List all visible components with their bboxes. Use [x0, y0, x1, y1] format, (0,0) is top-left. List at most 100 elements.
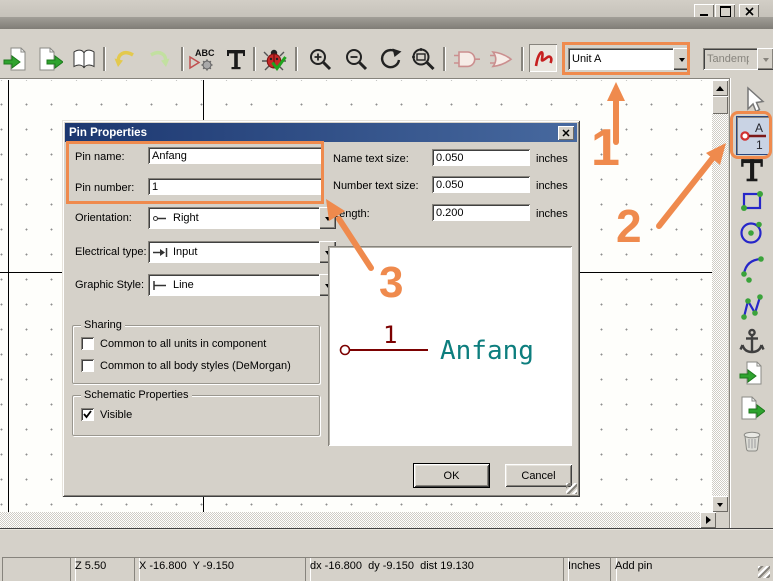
- datasheet-pdf-button[interactable]: [529, 44, 557, 72]
- and-gate-icon: [453, 46, 481, 72]
- toolbar-separator: [521, 47, 523, 71]
- common-body-label: Common to all body styles (DeMorgan): [100, 360, 291, 372]
- annotation-rect-pin-tool: [730, 111, 772, 159]
- common-units-checkbox[interactable]: [81, 337, 94, 350]
- alias-selector-dropdown-button: [757, 48, 773, 70]
- chevron-down-icon: [763, 58, 769, 65]
- graphic-style-select[interactable]: Line: [148, 274, 336, 296]
- library-browser-button[interactable]: [70, 45, 98, 73]
- visible-label: Visible: [100, 409, 132, 421]
- cancel-button[interactable]: Cancel: [505, 464, 572, 487]
- length-unit: inches: [536, 208, 568, 220]
- toolbar-separator: [295, 47, 297, 71]
- status-empty-field: [2, 557, 76, 581]
- load-part-icon: [3, 46, 29, 72]
- cursor-icon: [738, 85, 766, 113]
- electrical-type-value: Input: [173, 246, 197, 258]
- save-part-button[interactable]: [36, 45, 64, 73]
- checkmark-icon: [83, 410, 92, 419]
- redraw-view-button[interactable]: [376, 45, 404, 73]
- set-anchor-tool[interactable]: [737, 326, 767, 356]
- add-rectangle-tool[interactable]: [737, 184, 767, 214]
- text-tool-icon: [739, 157, 765, 183]
- text-icon: [224, 47, 248, 71]
- export-shape-tool[interactable]: [737, 393, 767, 423]
- schematic-properties-groupbox: Schematic Properties Visible: [72, 395, 320, 436]
- scroll-up-button[interactable]: [712, 80, 728, 96]
- electrical-type-label: Electrical type:: [75, 246, 147, 258]
- pin-preview-drawing: 1 Anfang: [328, 246, 572, 446]
- preview-pin-name: Anfang: [440, 336, 534, 366]
- sharing-groupbox: Sharing Common to all units in component…: [72, 325, 320, 384]
- dialog-resize-grip[interactable]: [566, 483, 577, 494]
- triangle-down-icon: [717, 503, 723, 510]
- vertical-scrollbar[interactable]: [712, 80, 728, 512]
- circle-tool-icon: [737, 216, 767, 248]
- select-cursor-tool[interactable]: [737, 84, 767, 114]
- electrical-type-select[interactable]: Input: [148, 241, 336, 263]
- pin-check-button[interactable]: ABC: [188, 45, 216, 73]
- ok-button[interactable]: OK: [414, 464, 489, 487]
- common-units-label: Common to all units in component: [100, 338, 266, 350]
- scroll-down-button[interactable]: [712, 496, 728, 512]
- horizontal-scrollbar[interactable]: [0, 512, 716, 528]
- orientation-label: Orientation:: [75, 212, 132, 224]
- close-icon: [745, 7, 754, 16]
- graphic-style-label: Graphic Style:: [75, 279, 144, 291]
- annotation-number-2: 2: [616, 203, 642, 249]
- load-part-button[interactable]: [2, 45, 30, 73]
- window-resize-grip[interactable]: [758, 566, 770, 578]
- annotation-rect-pin-fields: [66, 141, 324, 204]
- scroll-right-button[interactable]: [700, 512, 716, 528]
- rectangle-tool-icon: [737, 184, 767, 214]
- status-delta-field: dx -16.800 dy -9.150 dist 19.130: [305, 557, 569, 581]
- application-window: ABC: [0, 0, 773, 581]
- undo-icon: [111, 46, 137, 72]
- sheet-border-line: [8, 80, 9, 512]
- orientation-select[interactable]: Right: [148, 207, 336, 229]
- zoom-out-icon: [343, 46, 369, 72]
- redo-icon: [147, 46, 173, 72]
- common-body-checkbox[interactable]: [81, 359, 94, 372]
- pin-preview-pane: 1 Anfang: [328, 246, 572, 446]
- redo-button[interactable]: [146, 45, 174, 73]
- zoom-in-icon: [307, 46, 333, 72]
- de-morgan-standard-button[interactable]: [452, 45, 482, 73]
- undo-button[interactable]: [110, 45, 138, 73]
- visible-checkbox[interactable]: [81, 408, 94, 421]
- zoom-out-button[interactable]: [342, 45, 370, 73]
- annotation-number-1: 1: [591, 122, 620, 174]
- dialog-titlebar[interactable]: Pin Properties: [65, 123, 577, 142]
- number-text-size-input[interactable]: [432, 176, 530, 193]
- orientation-value: Right: [173, 212, 199, 224]
- trash-icon: [738, 426, 766, 454]
- add-text-button[interactable]: [222, 45, 250, 73]
- de-morgan-convert-button[interactable]: [488, 45, 518, 73]
- zoom-fit-icon: [409, 46, 437, 72]
- pdf-icon: [531, 46, 555, 70]
- add-arc-tool[interactable]: [737, 251, 767, 285]
- pin-check-icon: ABC: [188, 46, 216, 72]
- chevron-down-icon: [325, 217, 331, 224]
- name-text-size-input[interactable]: [432, 149, 530, 166]
- erc-bug-icon: [261, 46, 287, 72]
- number-text-size-unit: inches: [536, 180, 568, 192]
- add-polyline-tool[interactable]: [737, 289, 767, 325]
- triangle-right-icon: [706, 516, 715, 524]
- sharing-legend: Sharing: [81, 319, 125, 331]
- add-text-tool[interactable]: [737, 156, 767, 184]
- save-part-icon: [37, 46, 63, 72]
- length-input[interactable]: [432, 204, 530, 221]
- erc-check-button[interactable]: [260, 45, 288, 73]
- delete-item-tool[interactable]: [737, 425, 767, 455]
- zoom-fit-button[interactable]: [408, 45, 438, 73]
- length-label: Length:: [333, 208, 370, 220]
- vertical-scroll-thumb[interactable]: [712, 96, 728, 114]
- import-shape-tool[interactable]: [737, 358, 767, 388]
- arc-tool-icon: [737, 251, 767, 285]
- zoom-in-button[interactable]: [306, 45, 334, 73]
- dialog-close-button[interactable]: [558, 126, 574, 140]
- status-command-field: Add pin: [610, 557, 773, 581]
- window-titlebar[interactable]: [0, 0, 773, 17]
- add-circle-tool[interactable]: [737, 216, 767, 248]
